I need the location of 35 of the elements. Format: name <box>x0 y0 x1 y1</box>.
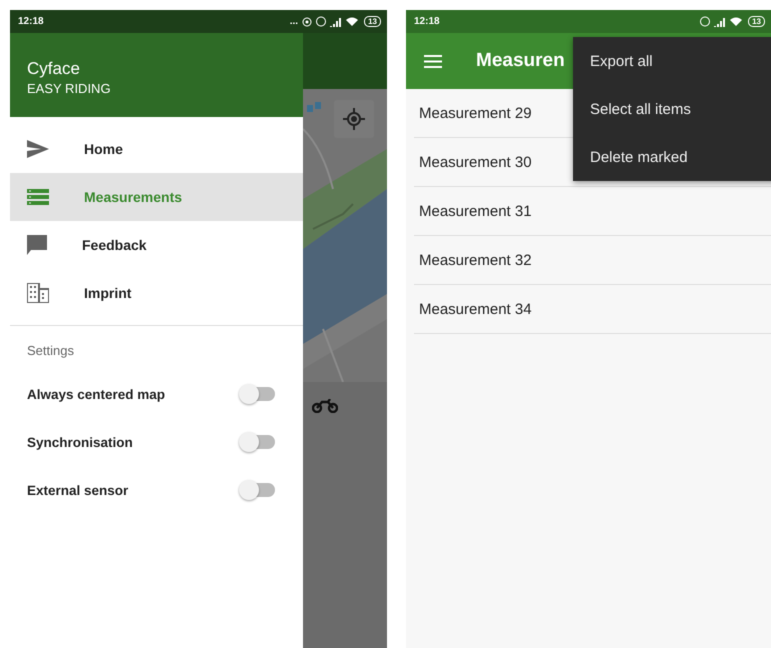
status-icons <box>316 16 360 27</box>
toggle-switch[interactable] <box>241 435 275 449</box>
setting-label: Always centered map <box>27 386 166 402</box>
status-overflow: ... <box>290 16 298 27</box>
setting-label: Synchronisation <box>27 434 133 450</box>
status-time: 12:18 <box>414 16 440 27</box>
toggle-switch[interactable] <box>241 387 275 401</box>
menu-item[interactable]: Delete marked <box>573 133 771 181</box>
location-icon <box>343 108 365 130</box>
motorbike-icon <box>312 399 338 413</box>
status-time: 12:18 <box>18 16 44 27</box>
toggle-switch[interactable] <box>241 483 275 497</box>
measurement-item[interactable]: Measurement 31 <box>414 187 771 236</box>
menu-icon[interactable] <box>424 54 442 68</box>
drawer-item[interactable]: Imprint <box>10 269 303 317</box>
settings-heading: Settings <box>26 342 75 360</box>
battery-icon: 13 <box>748 16 765 27</box>
hotspot-icon <box>302 16 312 26</box>
menu-item[interactable]: Export all <box>573 37 771 85</box>
drawer-item[interactable]: Home <box>10 125 303 173</box>
list-icon <box>27 189 49 205</box>
building-icon <box>27 283 49 303</box>
app-bar-title: Measuren <box>476 50 565 72</box>
chat-icon <box>27 235 47 255</box>
measurement-item[interactable]: Measurement 32 <box>414 236 771 285</box>
app-name: Cyface <box>27 59 81 79</box>
status-icons <box>700 16 744 27</box>
battery-icon: 13 <box>364 16 381 27</box>
my-location-button[interactable] <box>334 100 374 138</box>
setting-label: External sensor <box>27 482 128 498</box>
measurement-item[interactable]: Measurement 34 <box>414 285 771 334</box>
send-icon <box>27 140 49 158</box>
drawer-item[interactable]: Feedback <box>10 221 303 269</box>
menu-item[interactable]: Select all items <box>573 85 771 133</box>
app-tagline: EASY RIDING <box>27 81 112 96</box>
